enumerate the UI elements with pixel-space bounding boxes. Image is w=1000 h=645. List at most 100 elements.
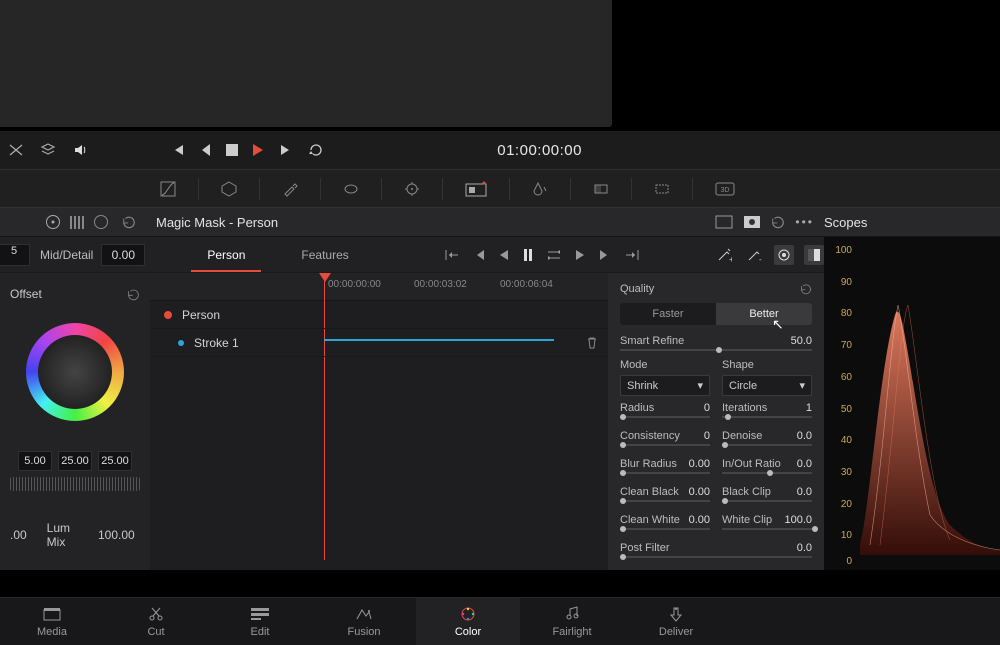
blur-radius-value[interactable]: 0.00 xyxy=(689,458,710,470)
stroke-range-bar[interactable] xyxy=(324,339,554,341)
white-clip-value[interactable]: 100.0 xyxy=(784,514,812,526)
magic-mask-tool-icon[interactable] xyxy=(465,181,487,197)
post-filter-slider[interactable] xyxy=(620,556,812,558)
sizing-tool-icon[interactable] xyxy=(654,181,670,197)
radius-slider[interactable] xyxy=(620,416,710,418)
track-start-icon[interactable] xyxy=(445,249,459,261)
log-mode-icon[interactable] xyxy=(94,215,108,229)
curves-tool-icon[interactable] xyxy=(160,181,176,197)
page-fairlight[interactable]: Fairlight xyxy=(520,598,624,645)
tracker-tool-icon[interactable] xyxy=(404,181,420,197)
track-both-icon[interactable] xyxy=(547,249,561,261)
track-pause-icon[interactable] xyxy=(523,249,533,261)
iterations-label: Iterations xyxy=(722,402,767,414)
track-end-icon[interactable] xyxy=(625,249,639,261)
bars-mode-icon[interactable] xyxy=(70,216,84,229)
track-prev-icon[interactable] xyxy=(473,249,485,261)
smart-refine-slider[interactable] xyxy=(620,349,812,351)
page-deliver[interactable]: Deliver xyxy=(624,598,728,645)
white-clip-slider[interactable] xyxy=(722,528,812,530)
play-icon[interactable] xyxy=(252,143,264,157)
stroke-add-icon[interactable]: + xyxy=(714,245,734,265)
overlay-toggle-icon[interactable] xyxy=(743,215,761,229)
qualifier-tool-icon[interactable] xyxy=(221,181,237,197)
track-next-icon[interactable] xyxy=(599,249,611,261)
blur-tool-icon[interactable] xyxy=(532,181,548,197)
inout-slider[interactable] xyxy=(722,472,812,474)
clean-black-label: Clean Black xyxy=(620,486,679,498)
mask-invert-toggle[interactable] xyxy=(804,245,824,265)
g-value[interactable]: 25.00 xyxy=(98,451,132,471)
page-fusion[interactable]: Fusion xyxy=(312,598,416,645)
delete-stroke-icon[interactable] xyxy=(586,336,598,349)
mask-object-row[interactable]: Person xyxy=(150,301,608,329)
level-input[interactable]: 5 xyxy=(0,244,30,266)
3d-tool-icon[interactable]: 3D xyxy=(715,182,735,196)
quality-better[interactable]: Better xyxy=(716,303,812,325)
clean-white-value[interactable]: 0.00 xyxy=(689,514,710,526)
page-cut[interactable]: Cut xyxy=(104,598,208,645)
jog-strip[interactable] xyxy=(10,477,140,491)
denoise-value[interactable]: 0.0 xyxy=(797,430,812,442)
consistency-value[interactable]: 0 xyxy=(704,430,710,442)
stack-icon[interactable] xyxy=(38,140,58,160)
iterations-slider[interactable] xyxy=(722,416,812,418)
stroke-sub-icon[interactable]: - xyxy=(744,245,764,265)
page-edit[interactable]: Edit xyxy=(208,598,312,645)
clean-black-slider[interactable] xyxy=(620,500,710,502)
radius-value[interactable]: 0 xyxy=(704,402,710,414)
r-value[interactable]: 25.00 xyxy=(58,451,92,471)
offset-label: Offset xyxy=(10,287,42,301)
offset-color-wheel[interactable] xyxy=(26,323,124,421)
chevron-down-icon: ▾ xyxy=(697,379,703,392)
page-color[interactable]: Color xyxy=(416,598,520,645)
key-tool-icon[interactable] xyxy=(593,181,609,197)
page-media[interactable]: Media xyxy=(0,598,104,645)
wheels-mode-icon[interactable] xyxy=(46,215,60,229)
stop-icon[interactable] xyxy=(226,144,238,156)
track-rev-icon[interactable] xyxy=(499,249,509,261)
prev-frame-icon[interactable] xyxy=(200,143,212,157)
mid-detail-value[interactable]: 0.00 xyxy=(101,244,145,266)
shape-select[interactable]: Circle▾ xyxy=(722,375,812,396)
tab-features[interactable]: Features xyxy=(273,237,376,272)
mode-select[interactable]: Shrink▾ xyxy=(620,375,710,396)
iterations-value[interactable]: 1 xyxy=(806,402,812,414)
black-clip-slider[interactable] xyxy=(722,500,812,502)
offset-reset-icon[interactable] xyxy=(127,288,140,301)
smart-refine-value[interactable]: 50.0 xyxy=(791,335,812,347)
panel-options-icon[interactable]: ••• xyxy=(795,215,814,229)
highlight-toggle-icon[interactable] xyxy=(715,215,733,229)
post-filter-value[interactable]: 0.0 xyxy=(797,542,812,554)
quality-faster[interactable]: Faster xyxy=(620,303,716,325)
bypass-icon[interactable] xyxy=(6,140,26,160)
mask-stroke-row[interactable]: Stroke 1 xyxy=(150,329,608,357)
mask-overlay-toggle[interactable] xyxy=(774,245,794,265)
loop-icon[interactable] xyxy=(308,142,324,158)
track-fwd-icon[interactable] xyxy=(575,249,585,261)
blur-radius-slider[interactable] xyxy=(620,472,710,474)
timeline-ruler[interactable]: 00:00:00:00 00:00:03:02 00:00:06:04 xyxy=(150,273,608,301)
reset-icon[interactable] xyxy=(122,215,136,229)
speaker-icon[interactable] xyxy=(70,140,90,160)
mask-properties-pane: Quality Faster Better Smart Refine50.0 M… xyxy=(608,273,824,570)
panel-reset-icon[interactable] xyxy=(771,215,785,229)
hue-value[interactable]: .00 xyxy=(10,528,39,542)
quality-reset-icon[interactable] xyxy=(800,283,812,295)
y-value[interactable]: 5.00 xyxy=(18,451,52,471)
next-frame-icon[interactable] xyxy=(278,142,294,158)
consistency-slider[interactable] xyxy=(620,444,710,446)
first-frame-icon[interactable] xyxy=(170,142,186,158)
quality-segment[interactable]: Faster Better xyxy=(620,303,812,325)
tab-person[interactable]: Person xyxy=(179,237,273,272)
clean-black-value[interactable]: 0.00 xyxy=(689,486,710,498)
inout-value[interactable]: 0.0 xyxy=(797,458,812,470)
lum-mix-value[interactable]: 100.00 xyxy=(98,528,140,542)
black-clip-value[interactable]: 0.0 xyxy=(797,486,812,498)
timecode-display[interactable]: 01:00:00:00 xyxy=(497,142,582,159)
clean-white-slider[interactable] xyxy=(620,528,710,530)
picker-tool-icon[interactable] xyxy=(282,181,298,197)
mask-transport xyxy=(445,249,639,261)
denoise-slider[interactable] xyxy=(722,444,812,446)
window-tool-icon[interactable] xyxy=(343,181,359,197)
